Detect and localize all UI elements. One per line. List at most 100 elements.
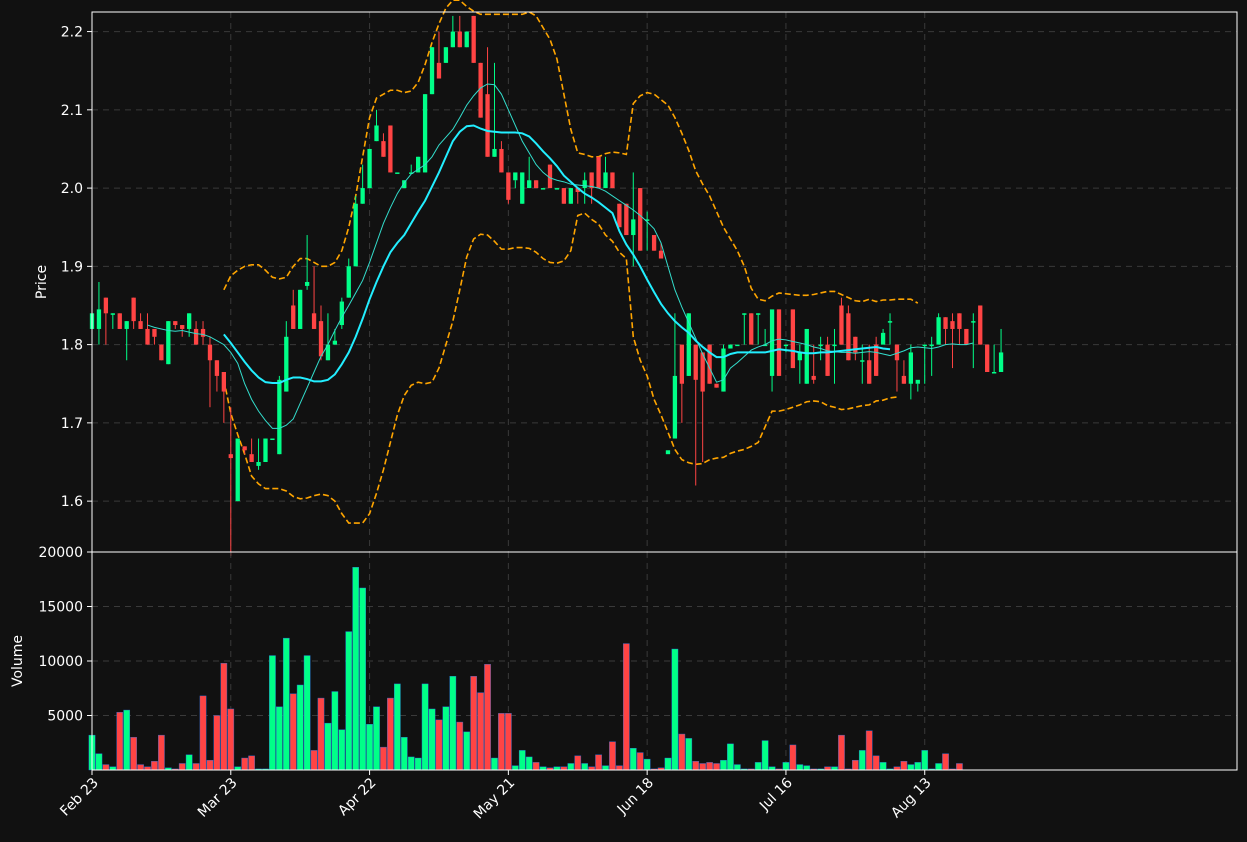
candle-body (603, 172, 608, 189)
volume-bar (491, 757, 498, 771)
candle-body (756, 313, 761, 315)
moving-average-fast-line (147, 83, 974, 429)
candle-body (200, 328, 206, 337)
volume-bar (803, 765, 811, 771)
volume-bar (872, 755, 880, 771)
candle-body (700, 352, 705, 392)
price-y-tick-label: 2.1 (61, 103, 83, 119)
candle-body (540, 188, 546, 190)
price-y-tick-label: 1.8 (61, 338, 83, 354)
volume-bar (317, 697, 325, 771)
candle-body (568, 188, 573, 204)
candle-body (318, 321, 324, 357)
candle-body (901, 375, 907, 384)
x-tick-label: Apr 22 (335, 775, 379, 819)
volume-bar (505, 713, 512, 771)
candle-body (235, 438, 240, 502)
candle-body (180, 325, 185, 329)
volume-bar (331, 691, 339, 771)
volume-bar (865, 730, 873, 771)
candle-body (818, 344, 823, 347)
candle-body (270, 438, 275, 441)
volume-bar (199, 695, 207, 771)
candle-body (298, 289, 303, 329)
candle-body (138, 321, 143, 329)
volume-bar (761, 740, 769, 771)
stock-chart: 1.6 1.7 1.8 1.9 2.0 2.1 2.2 Price 5000 10000 150… (10, 0, 1238, 822)
candle-body (742, 313, 747, 315)
volume-bar (123, 709, 131, 771)
candle-body (728, 344, 733, 349)
volume-bar (734, 764, 741, 771)
candle-body (346, 266, 351, 298)
volume-bar (387, 697, 394, 771)
candle-body (721, 348, 726, 392)
volume-bar (754, 762, 762, 771)
volume-bar (296, 684, 304, 771)
candle-body (971, 321, 976, 323)
volume-bar (484, 664, 491, 771)
candle-body (929, 344, 934, 347)
candle-body (450, 31, 455, 48)
candle-body (797, 352, 802, 361)
candle-body (964, 328, 969, 345)
price-grid (91, 12, 1237, 552)
volume-panel: 5000 10000 15000 20000 Volume (10, 545, 1238, 771)
x-tick-label: Jul 16 (756, 775, 796, 815)
band-line (223, 0, 919, 304)
candle-body (110, 313, 115, 315)
candle-body (485, 94, 490, 157)
volume-bar (241, 757, 248, 771)
volume-bar (463, 731, 471, 771)
volume-bar (421, 683, 429, 771)
volume-bar (525, 756, 533, 771)
volume-bar (518, 750, 526, 771)
volume-bar (380, 746, 387, 771)
candle-body (693, 344, 698, 380)
candle-body (374, 125, 379, 142)
volume-bar (956, 763, 963, 771)
band-line (223, 212, 898, 524)
candle-body (596, 156, 601, 189)
candle-body (561, 188, 567, 204)
candle-body (124, 321, 129, 329)
candle-body (936, 317, 941, 345)
volume-bar (269, 655, 276, 771)
candle-body (471, 15, 476, 63)
volume-bar (567, 763, 575, 771)
candle-body (908, 352, 913, 384)
candle-body (978, 305, 983, 345)
volume-bar (692, 761, 700, 771)
volume-bar (192, 763, 200, 771)
price-y-tick-label: 1.6 (61, 494, 83, 510)
volume-bar (907, 764, 915, 771)
candle-body (96, 309, 102, 329)
volume-bar (595, 754, 602, 771)
candle-body (520, 172, 525, 204)
volume-bar (789, 744, 797, 771)
volume-y-tick-label: 10000 (38, 654, 83, 670)
candle-body (527, 180, 532, 189)
candle-body (422, 94, 428, 173)
volume-bar (407, 756, 415, 771)
volume-bar (706, 762, 713, 771)
volume-bar (206, 759, 214, 771)
volume-bar (185, 754, 193, 771)
candle-body (957, 313, 962, 329)
volume-bar (921, 750, 929, 771)
volume-bar (248, 755, 255, 771)
candle-body (672, 375, 678, 439)
volume-bar (858, 750, 866, 771)
candle-body (533, 180, 539, 189)
candle-body (874, 344, 879, 376)
volume-bar (532, 762, 540, 771)
moving-averages (147, 83, 974, 429)
candle-body (214, 360, 220, 376)
x-axis-ticks: Feb 23 Mar 23 Apr 22 May 21 Jun 18 Jul 16 Aug … (57, 770, 935, 822)
candle-body (228, 454, 233, 459)
candle-body (291, 305, 296, 329)
candle-body (117, 313, 122, 329)
volume-bar (477, 692, 484, 771)
candle-body (263, 438, 268, 462)
volume-bar (178, 763, 186, 771)
